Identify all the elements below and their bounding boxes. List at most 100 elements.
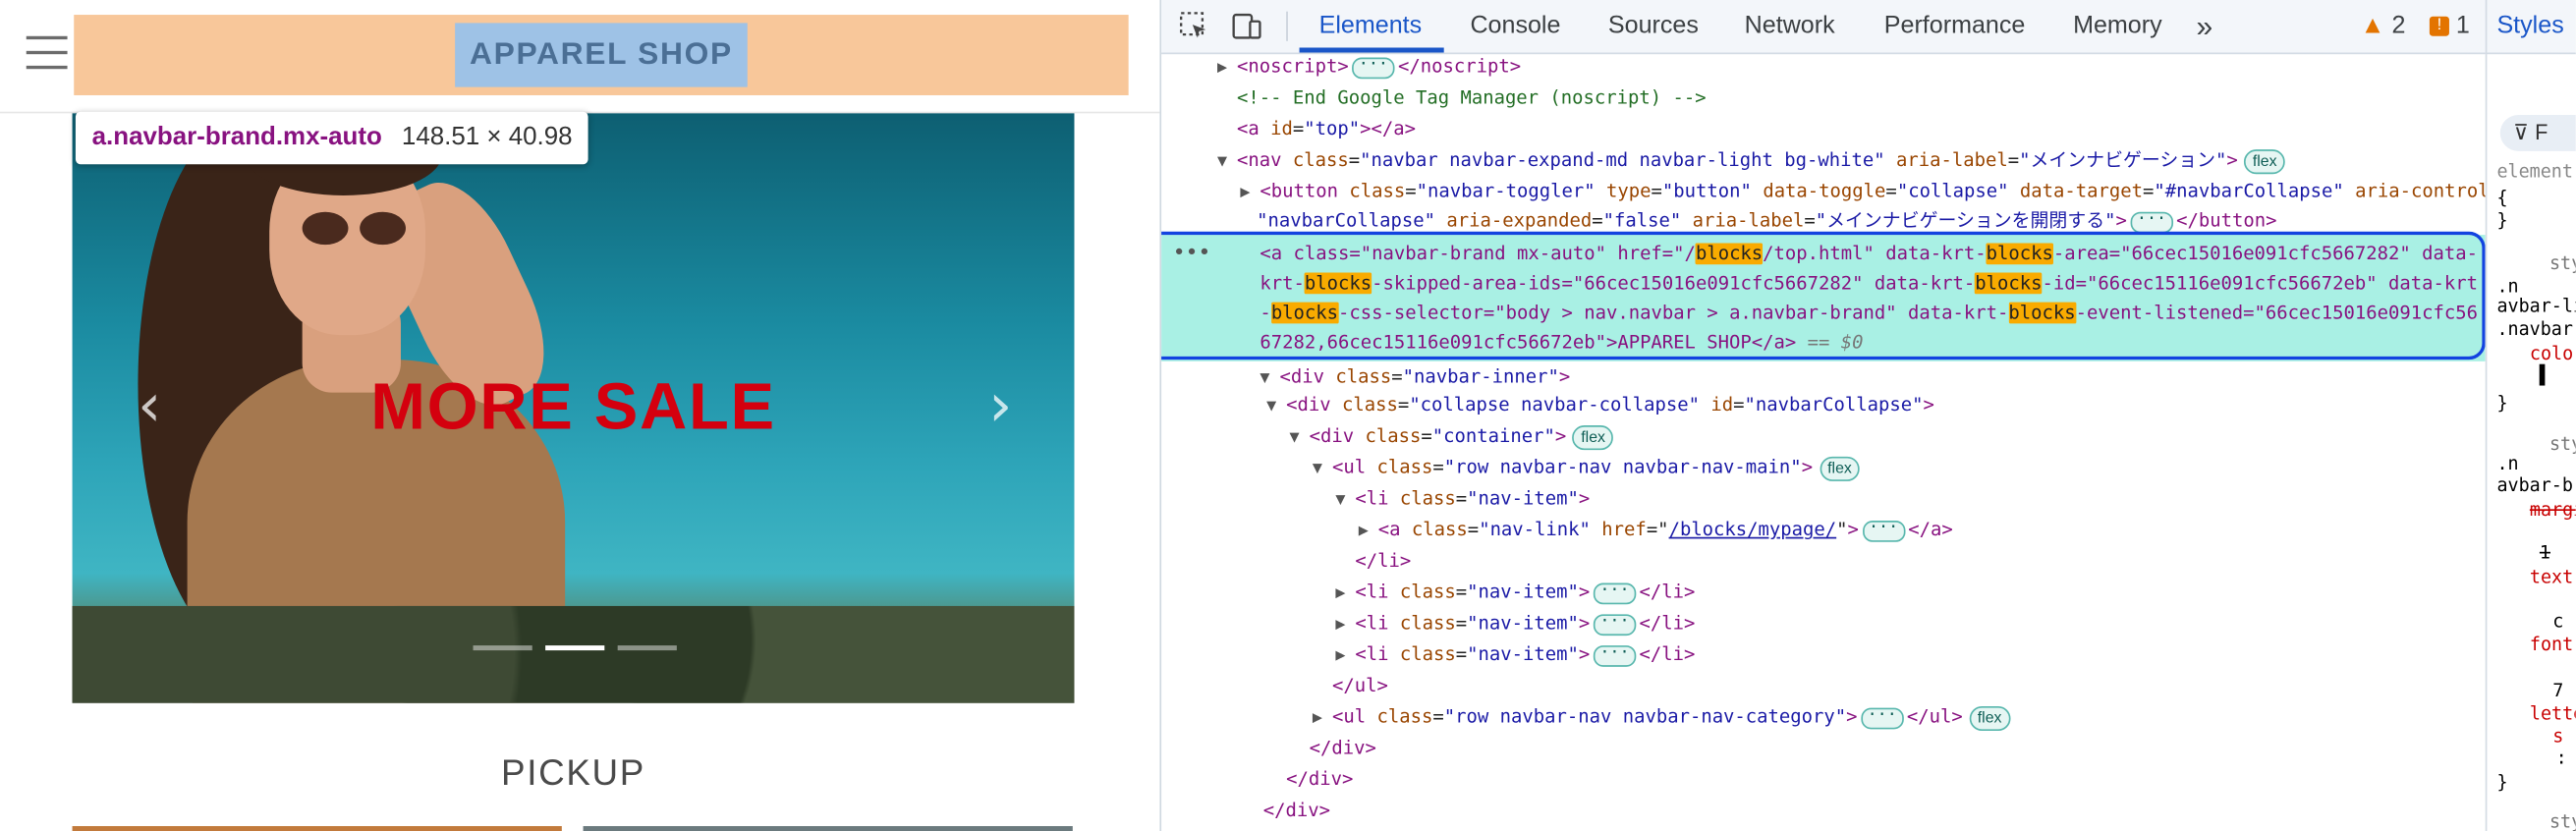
carousel-indicator[interactable] xyxy=(617,645,677,651)
color-swatch[interactable]: ▌ xyxy=(2540,364,2550,386)
flex-badge[interactable]: flex xyxy=(1969,705,2010,731)
collapsed-ellipsis[interactable]: ··· xyxy=(1593,582,1637,604)
expand-triangle-icon[interactable]: ▶ xyxy=(1240,178,1260,209)
collapse-triangle-icon[interactable]: ▼ xyxy=(1217,146,1237,178)
style-value: c xyxy=(2552,610,2564,633)
style-value: s xyxy=(2552,726,2564,748)
device-toolbar-icon[interactable] xyxy=(1230,10,1262,42)
collapsed-ellipsis[interactable]: ··· xyxy=(1352,56,1395,79)
expand-triangle-icon[interactable]: ▶ xyxy=(1359,516,1378,547)
collapsed-ellipsis[interactable]: ··· xyxy=(1862,519,1905,541)
collapse-triangle-icon[interactable]: ▼ xyxy=(1313,453,1332,484)
style-selector: .n xyxy=(2496,453,2519,475)
tab-network[interactable]: Network xyxy=(1745,0,1835,53)
expand-triangle-icon[interactable]: ▶ xyxy=(1217,53,1237,84)
tab-styles[interactable]: Styles xyxy=(2496,0,2563,53)
style-source-link[interactable]: sty xyxy=(2549,811,2576,831)
carousel-next-icon[interactable]: › xyxy=(976,377,1025,437)
errors-count: 1 xyxy=(2455,11,2470,40)
dom-node-button[interactable]: ▶ <button class="navbar-toggler" type="bu… xyxy=(1240,176,2485,207)
errors-counter[interactable]: ! 1 xyxy=(2429,0,2470,53)
style-property[interactable]: font- xyxy=(2530,634,2576,655)
style-property[interactable]: lette xyxy=(2530,703,2576,725)
carousel-indicator[interactable] xyxy=(473,645,532,651)
inspect-element-icon[interactable] xyxy=(1178,10,1210,42)
flex-badge[interactable]: flex xyxy=(1572,424,1614,450)
tab-elements[interactable]: Elements xyxy=(1319,0,1423,53)
selection-outline xyxy=(1161,231,2486,360)
dom-tree: ▶ <noscript> ··· </noscript> <!-- End Googl… xyxy=(1161,53,2486,831)
flex-badge[interactable]: flex xyxy=(1819,455,1861,481)
dom-node[interactable]: <a id="top"></a> xyxy=(1237,113,1416,144)
devtools-toolbar: Elements Console Sources Network Perform… xyxy=(1161,0,2576,55)
dom-node-nav[interactable]: ▼ <nav class="navbar navbar-expand-md nav… xyxy=(1217,144,2285,176)
hamburger-menu-icon[interactable] xyxy=(26,35,68,73)
website-viewport: APPAREL SHOP MORE SALE ‹ › PICKUP a.navb… xyxy=(0,0,1160,831)
tab-memory[interactable]: Memory xyxy=(2073,0,2162,53)
tooltip-selector: a.navbar-brand.mx-auto xyxy=(91,123,382,151)
dom-node[interactable]: ▼ <div class="navbar-inner"> xyxy=(1260,361,1570,393)
dom-node[interactable]: ▼ <ul class="row navbar-nav navbar-nav-ma… xyxy=(1313,452,1861,484)
styles-tabbar: Styles xyxy=(2485,0,2576,55)
dom-comment[interactable]: <!-- End Google Tag Manager (noscript) -… xyxy=(1237,83,1707,114)
more-tabs-icon[interactable]: » xyxy=(2196,0,2212,53)
dom-node[interactable]: ▼ <div class="container"> flex xyxy=(1290,420,1614,452)
warnings-counter[interactable]: ▲ 2 xyxy=(2361,0,2406,53)
tooltip-size: 148.51 × 40.98 xyxy=(401,123,573,151)
style-selector: avbar-br xyxy=(2496,474,2576,496)
tab-console[interactable]: Console xyxy=(1470,0,1560,53)
expand-triangle-icon[interactable]: ▶ xyxy=(1313,703,1332,735)
dom-node[interactable]: ▶ <a class="nav-link" href="/blocks/mypag… xyxy=(1359,514,1953,545)
tab-sources[interactable]: Sources xyxy=(1608,0,1699,53)
error-icon: ! xyxy=(2429,16,2449,36)
dom-node[interactable]: ▶ <li class="nav-item"> ··· </li> xyxy=(1335,638,1695,670)
collapsed-ellipsis[interactable]: ··· xyxy=(1593,643,1637,666)
expand-triangle-icon[interactable]: ▶ xyxy=(1335,640,1355,672)
collapsed-ellipsis[interactable]: ··· xyxy=(1593,613,1637,636)
expand-triangle-icon[interactable]: ▶ xyxy=(1335,579,1355,610)
pickup-thumbnail[interactable] xyxy=(583,826,1073,831)
flex-badge[interactable]: flex xyxy=(2244,148,2285,174)
style-property[interactable]: colo xyxy=(2530,343,2573,364)
collapse-triangle-icon[interactable]: ▼ xyxy=(1290,422,1310,454)
dom-node[interactable]: ▼ <li class="nav-item"> xyxy=(1335,483,1590,515)
dom-node[interactable]: </div> xyxy=(1286,763,1353,795)
tab-performance[interactable]: Performance xyxy=(1884,0,2026,53)
dom-node[interactable]: ▶ <li class="nav-item"> ··· </li> xyxy=(1335,608,1695,639)
dom-node[interactable]: ▼ <div class="collapse navbar-collapse" i… xyxy=(1266,389,1934,420)
collapsed-ellipsis[interactable]: ··· xyxy=(2130,210,2173,233)
carousel-prev-icon[interactable]: ‹ xyxy=(125,377,174,437)
style-value: : xyxy=(2555,747,2567,769)
dom-node[interactable]: </li> xyxy=(1355,545,1411,577)
collapsed-ellipsis[interactable]: ··· xyxy=(1860,706,1904,729)
dom-node[interactable]: </div> xyxy=(1310,733,1376,764)
pickup-thumbnail[interactable] xyxy=(72,826,562,831)
dom-node[interactable]: ▶ <li class="nav-item"> ··· </li> xyxy=(1335,577,1695,608)
collapse-triangle-icon[interactable]: ▼ xyxy=(1266,391,1286,422)
style-selector: avbar-li xyxy=(2496,295,2576,317)
carousel-indicator-active[interactable] xyxy=(545,645,605,651)
style-source-link[interactable]: sty xyxy=(2549,252,2576,274)
dom-node[interactable]: ▶ <ul class="row navbar-nav navbar-nav-ca… xyxy=(1313,701,2010,733)
dom-node[interactable]: </ul> xyxy=(1332,670,1388,701)
style-rule: { xyxy=(2496,187,2508,209)
styles-pane: ⊽ F element. { } sty .n avbar-li .navbar… xyxy=(2485,52,2576,831)
style-selector: .n xyxy=(2496,275,2519,298)
dom-node[interactable]: ▶ <noscript> ··· </noscript> xyxy=(1217,53,1521,83)
style-source-link[interactable]: sty xyxy=(2549,433,2576,455)
dom-node[interactable]: </div> xyxy=(1263,795,1330,826)
style-property[interactable]: text- xyxy=(2530,567,2576,588)
style-rule: } xyxy=(2496,392,2508,415)
inspect-tooltip: a.navbar-brand.mx-auto 148.51 × 40.98 xyxy=(75,111,589,165)
style-value: 1 xyxy=(2539,541,2550,564)
carousel-indicators xyxy=(473,645,677,651)
expand-triangle-icon[interactable]: ▶ xyxy=(1335,609,1355,640)
styles-filter-input[interactable]: ⊽ F xyxy=(2499,115,2576,151)
filter-icon: ⊽ xyxy=(2513,120,2530,145)
brand-logo-link[interactable]: APPAREL SHOP xyxy=(455,23,748,86)
style-property[interactable]: margi xyxy=(2530,499,2576,521)
collapse-triangle-icon[interactable]: ▼ xyxy=(1335,484,1355,516)
dom-href-link[interactable]: /blocks/mypage/ xyxy=(1669,519,1837,540)
warnings-count: 2 xyxy=(2391,11,2406,40)
section-title-pickup: PICKUP xyxy=(501,751,646,794)
